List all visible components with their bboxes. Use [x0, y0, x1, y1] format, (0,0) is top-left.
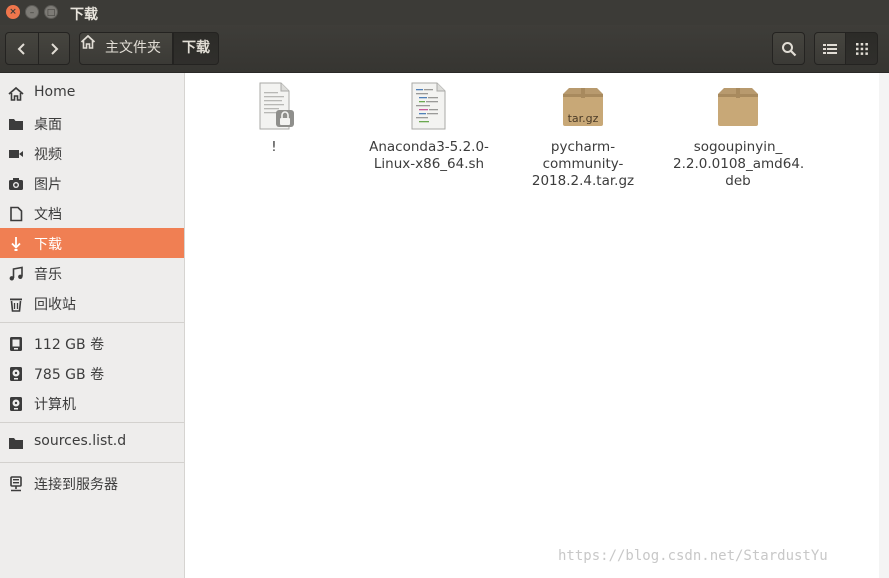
sidebar-item-videos[interactable]: 视频: [0, 138, 184, 168]
drive-icon: [10, 337, 22, 351]
download-icon: [11, 237, 21, 251]
breadcrumb-current-label: 下载: [182, 40, 210, 56]
list-view-button[interactable]: [814, 32, 846, 65]
file-item[interactable]: !: [209, 82, 339, 162]
sidebar-item-label: 下载: [34, 237, 62, 253]
minimize-window-button[interactable]: –: [25, 5, 39, 19]
watermark-text: https://blog.csdn.net/StardustYu: [558, 548, 828, 564]
breadcrumb-home-label: 主文件夹: [105, 40, 161, 56]
title-bar: × – □ 下载: [0, 0, 889, 25]
chevron-left-icon: [17, 42, 25, 55]
file-name-line: pycharm-: [550, 139, 616, 155]
file-name: pycharm- community- 2018.2.4.tar.gz: [518, 139, 648, 190]
toolbar: 主文件夹 下载: [0, 25, 889, 73]
sidebar-divider: [0, 422, 184, 423]
sidebar-item-label: 112 GB 卷: [34, 337, 105, 353]
file-name-line: 2.2.0.0108_amd64.: [673, 156, 805, 172]
video-icon: [9, 150, 23, 158]
sidebar-item-connect-server[interactable]: 连接到服务器: [0, 468, 184, 498]
sidebar-divider: [0, 322, 184, 323]
trash-icon: [10, 298, 22, 312]
sidebar-item-downloads[interactable]: 下载: [0, 228, 184, 258]
sidebar-item-music[interactable]: 音乐: [0, 258, 184, 288]
breadcrumb-home-button[interactable]: 主文件夹: [79, 32, 173, 65]
folder-icon: [9, 119, 23, 130]
package-icon: [718, 88, 758, 126]
sidebar-item-desktop[interactable]: 桌面: [0, 108, 184, 138]
maximize-window-button[interactable]: □: [44, 5, 58, 19]
sidebar-item-label: 785 GB 卷: [34, 367, 105, 383]
document-icon: [10, 206, 23, 222]
sidebar-item-volume-785gb[interactable]: 785 GB 卷: [0, 358, 184, 388]
folder-icon: [9, 438, 23, 449]
network-server-icon: [10, 476, 22, 492]
computer-icon: [10, 397, 22, 411]
home-icon: [80, 35, 96, 49]
file-name-line: sogoupinyin_: [693, 139, 783, 155]
sidebar-item-sources-list-d[interactable]: sources.list.d: [0, 427, 184, 457]
file-name: !: [209, 139, 339, 156]
music-icon: [9, 266, 23, 281]
sidebar-item-label: 计算机: [34, 397, 76, 413]
sidebar-item-label: Home: [34, 84, 76, 100]
sidebar-item-home[interactable]: Home: [0, 78, 184, 108]
breadcrumb-current-button[interactable]: 下载: [173, 32, 219, 65]
sidebar-item-label: sources.list.d: [34, 433, 127, 449]
file-name-line: !: [271, 139, 277, 155]
file-view: ! Anaconda3-5.2.0- Linux-x86_64.sh tar.g…: [190, 73, 879, 578]
file-name-line: Anaconda3-5.2.0-: [369, 139, 489, 155]
script-file-icon: [411, 82, 446, 130]
sidebar-divider: [0, 462, 184, 463]
sidebar-item-label: 音乐: [34, 267, 62, 283]
search-button[interactable]: [772, 32, 805, 65]
file-name-line: 2018.2.4.tar.gz: [531, 173, 635, 189]
file-name-line: Linux-x86_64.sh: [373, 156, 485, 172]
sidebar-item-label: 回收站: [34, 297, 76, 313]
sidebar-item-label: 视频: [34, 147, 62, 163]
camera-icon: [9, 178, 23, 190]
file-item[interactable]: tar.gz pycharm- community- 2018.2.4.tar.…: [518, 82, 648, 197]
forward-button[interactable]: [38, 32, 70, 65]
sidebar-item-trash[interactable]: 回收站: [0, 288, 184, 318]
file-name-line: community-: [542, 156, 624, 172]
window-title: 下载: [70, 7, 98, 23]
sidebar-item-label: 图片: [34, 177, 62, 193]
grid-view-button[interactable]: [845, 32, 878, 65]
close-window-button[interactable]: ×: [6, 5, 20, 19]
sidebar-item-label: 连接到服务器: [34, 477, 118, 493]
sidebar-item-label: 文档: [34, 207, 62, 223]
locked-text-file-icon: [259, 82, 294, 130]
sidebar-item-computer[interactable]: 计算机: [0, 388, 184, 418]
file-name-line: deb: [725, 173, 751, 189]
file-name: Anaconda3-5.2.0- Linux-x86_64.sh: [364, 139, 494, 173]
archive-badge: tar.gz: [567, 112, 599, 125]
file-item[interactable]: sogoupinyin_ 2.2.0.0108_amd64. deb: [673, 82, 805, 197]
chevron-right-icon: [51, 42, 59, 55]
home-icon: [8, 86, 24, 101]
list-view-icon: [823, 43, 837, 54]
search-icon: [781, 41, 796, 56]
drive-icon: [10, 367, 22, 381]
back-button[interactable]: [5, 32, 39, 65]
sidebar-item-volume-112gb[interactable]: 112 GB 卷: [0, 328, 184, 358]
file-item[interactable]: Anaconda3-5.2.0- Linux-x86_64.sh: [364, 82, 494, 182]
sidebar: Home 桌面 视频 图片 文档 下载 音乐 回收站 112 GB 卷 785 …: [0, 73, 185, 578]
scrollbar-track[interactable]: [879, 73, 889, 578]
file-name: sogoupinyin_ 2.2.0.0108_amd64. deb: [673, 139, 805, 190]
sidebar-item-pictures[interactable]: 图片: [0, 168, 184, 198]
grid-view-icon: [855, 42, 868, 55]
sidebar-item-documents[interactable]: 文档: [0, 198, 184, 228]
sidebar-item-label: 桌面: [34, 117, 62, 133]
